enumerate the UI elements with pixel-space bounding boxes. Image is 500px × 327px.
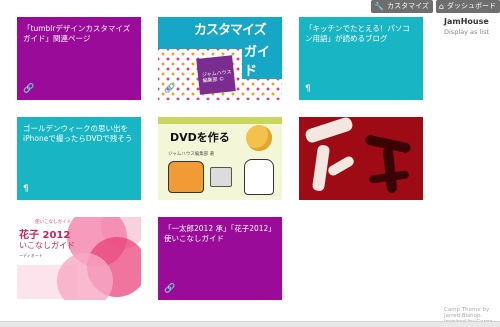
petal-shape [57, 253, 113, 300]
cat-illustration [244, 159, 274, 195]
dashboard-label: ダッシュボード [447, 2, 496, 10]
display-as-list-link[interactable]: Display as list [444, 28, 489, 36]
photo-tile[interactable]: カスタマイズ ガイド ジャムハウス 編集部 © 🔗 [158, 17, 282, 100]
dashboard-button[interactable]: ⌂ ダッシュボード [435, 0, 500, 13]
cover-author: ーディネート [19, 253, 43, 258]
customize-label: カスタマイズ [387, 2, 429, 10]
home-icon: ⌂ [438, 2, 444, 11]
post-tile[interactable]: 「一太郎2012 承」「花子2012」使いこなしガイド 🔗 [158, 217, 282, 300]
post-title: ゴールデンウィークの思い出をiPhoneで撮ったらDVDで残そう [23, 124, 133, 143]
post-title: 「一太郎2012 承」「花子2012」使いこなしガイド [164, 224, 276, 243]
link-icon: 🔗 [23, 84, 35, 94]
link-icon: 🔗 [164, 284, 176, 294]
cover-title: カスタマイズ [194, 23, 267, 38]
post-title: 「キッチンでたとえる！パソコン用語」が読めるブログ [305, 24, 410, 43]
cover-subtitle: いこなしガイド [19, 241, 75, 250]
cat-illustration [168, 161, 204, 193]
site-title[interactable]: JamHouse [444, 17, 489, 26]
photo-tile[interactable] [299, 117, 423, 200]
cover-title-2: ガイド [242, 41, 282, 79]
customize-button[interactable]: 🔧 カスタマイズ [371, 0, 433, 13]
photo-tile[interactable]: 使いこなしガイド 花子 2012 いこなしガイド ーディネート [17, 217, 141, 300]
cover-badge-text: ジャムハウス 編集部 © [201, 69, 232, 85]
post-tile[interactable]: 「tumblrデザインカスタマイズガイド」関連ページ 🔗 [17, 17, 141, 100]
photo-tile[interactable]: DVDを作る ジャムハウス編集部 著 [158, 117, 282, 200]
cover-badge: ジャムハウス 編集部 © [196, 55, 236, 95]
calligraphy-stroke [382, 146, 398, 194]
cover-headline: DVDを作る [170, 131, 230, 144]
admin-bar: 🔧 カスタマイズ ⌂ ダッシュボード [371, 0, 500, 13]
cover-top-text: 使いこなしガイド [35, 220, 71, 225]
paragraph-icon: ¶ [305, 84, 311, 94]
link-icon: 🔗 [164, 84, 176, 94]
paragraph-icon: ¶ [23, 184, 29, 194]
post-tile[interactable]: 「キッチンでたとえる！パソコン用語」が読めるブログ ¶ [299, 17, 423, 100]
cover-strip [158, 117, 282, 124]
calligraphy-stroke [304, 117, 354, 145]
calligraphy-stroke [326, 154, 356, 178]
yarn-ball-illustration [246, 125, 272, 151]
cover-publisher: ジャムハウス編集部 著 [168, 152, 215, 157]
post-tile[interactable]: ゴールデンウィークの思い出をiPhoneで撮ったらDVDで残そう ¶ [17, 117, 141, 200]
laptop-illustration [210, 167, 232, 187]
horizontal-scrollbar[interactable] [0, 321, 500, 327]
wrench-icon: 🔧 [374, 2, 385, 11]
cover-title: 花子 2012 [19, 230, 71, 241]
post-title: 「tumblrデザインカスタマイズガイド」関連ページ [23, 24, 131, 43]
